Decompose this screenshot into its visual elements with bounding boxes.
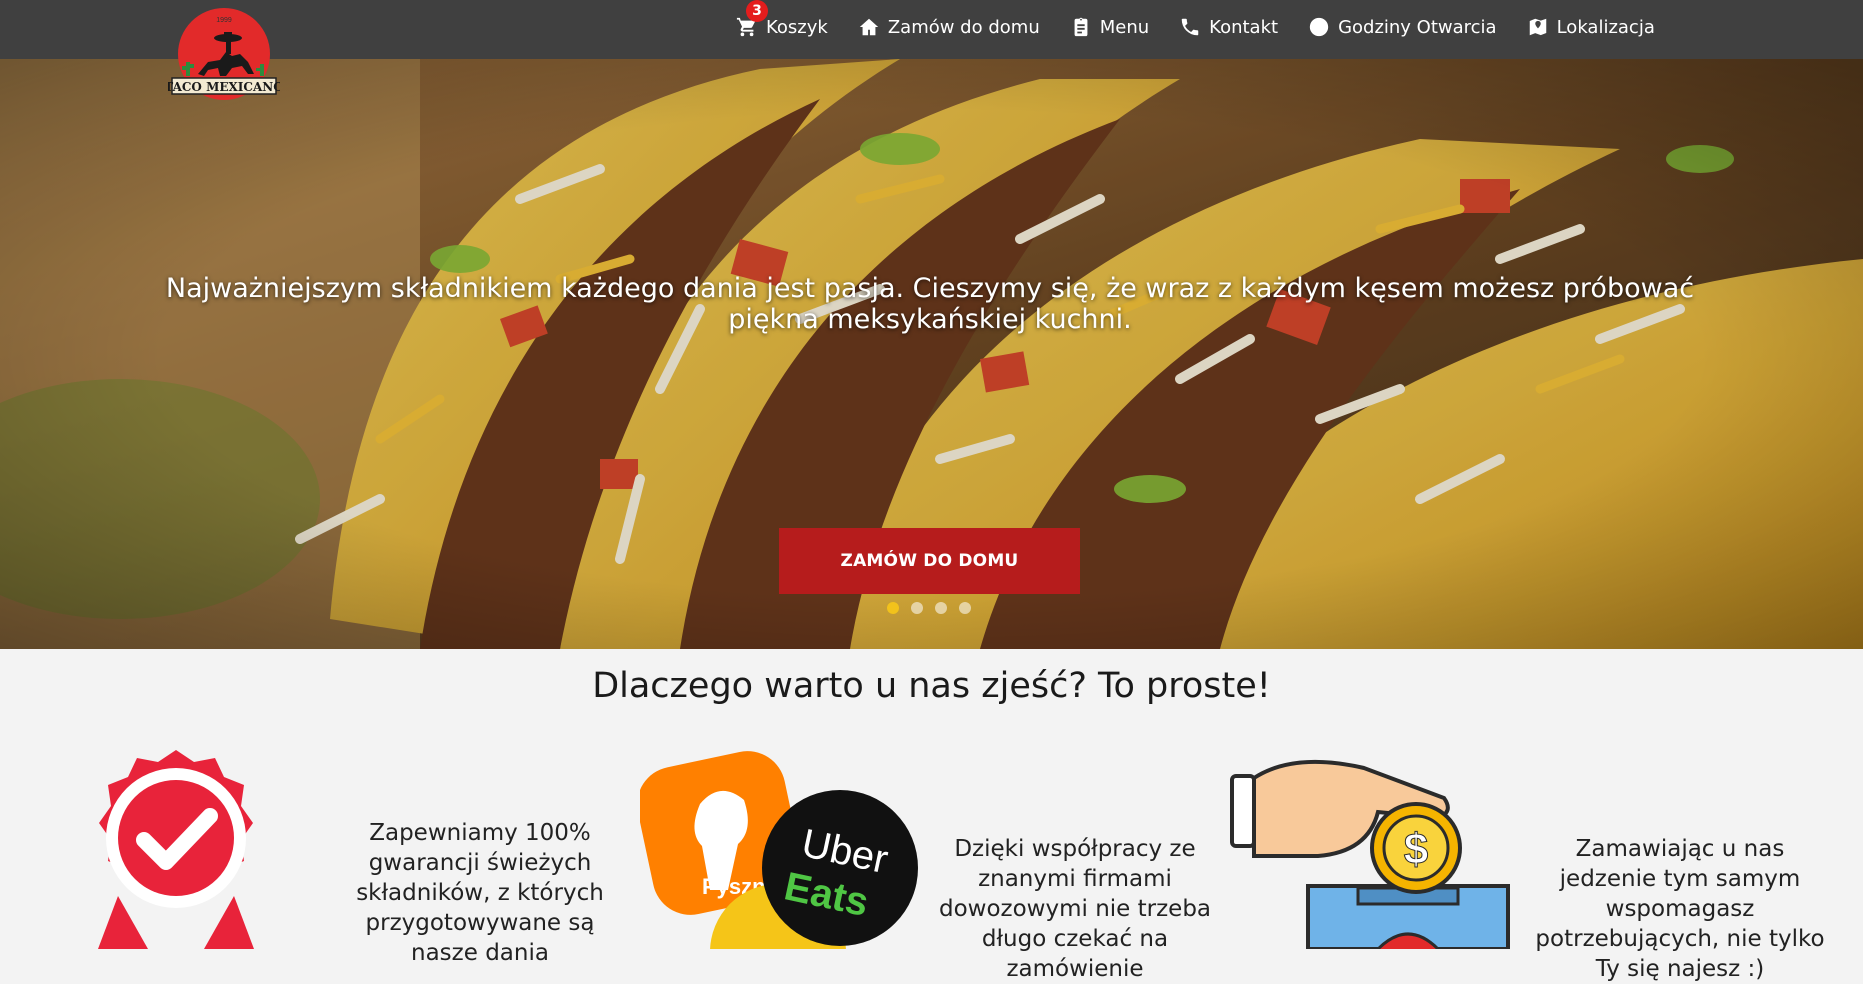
slider-dot-2[interactable] <box>911 602 923 614</box>
nav-cart[interactable]: 3 Koszyk <box>736 0 828 38</box>
phone-icon <box>1179 16 1201 38</box>
nav-menu[interactable]: Menu <box>1070 16 1149 38</box>
feature-fresh-text: Zapewniamy 100% gwarancji świeżych skład… <box>356 820 604 966</box>
nav-location-label: Lokalizacja <box>1556 16 1655 38</box>
slider-dots <box>887 602 971 614</box>
feature-delivery-text: Dzięki współpracy ze znanymi firmami dow… <box>938 836 1212 982</box>
nav-location[interactable]: Lokalizacja <box>1527 16 1655 38</box>
donation-icon: $ <box>1230 759 1510 949</box>
nav-contact-label: Kontakt <box>1209 16 1279 38</box>
main-nav: 3 Koszyk Zamów do domu Menu Kontakt Godz… <box>736 0 1655 54</box>
home-icon <box>858 16 880 38</box>
delivery-partners-icon: Pyszne Uber Eats <box>640 751 918 949</box>
site-logo[interactable]: 1999 TACO MEXICANO <box>164 4 284 114</box>
nav-order-home-label: Zamów do domu <box>887 16 1040 38</box>
clipboard-icon <box>1070 16 1092 38</box>
nav-hours-label: Godziny Otwarcia <box>1338 16 1497 38</box>
slider-dot-1[interactable] <box>887 602 899 614</box>
taco-mexicano-logo: 1999 TACO MEXICANO <box>164 8 284 100</box>
nav-cart-label: Koszyk <box>766 16 828 38</box>
cart-count-badge: 3 <box>746 0 768 22</box>
svg-text:TACO MEXICANO: TACO MEXICANO <box>168 80 280 94</box>
why-section-title: Dlaczego warto u nas zjeść? To proste! <box>592 666 1271 706</box>
feature-charity-text: Zamawiając u nas jedzenie tym samym wspo… <box>1535 836 1825 982</box>
slider-dot-4[interactable] <box>959 602 971 614</box>
nav-hours[interactable]: Godziny Otwarcia <box>1308 16 1497 38</box>
nav-order-home[interactable]: Zamów do domu <box>858 16 1040 38</box>
svg-text:$: $ <box>1404 825 1428 874</box>
hero-tagline: Najważniejszym składnikiem każdego dania… <box>165 273 1695 335</box>
map-icon <box>1527 16 1549 38</box>
nav-menu-label: Menu <box>1099 16 1150 38</box>
svg-text:1999: 1999 <box>216 17 232 24</box>
clock-icon <box>1308 16 1330 38</box>
order-home-button[interactable]: ZAMÓW DO DOMU <box>779 528 1080 594</box>
quality-badge-icon <box>98 750 254 949</box>
nav-contact[interactable]: Kontakt <box>1179 16 1278 38</box>
hero-slider: Najważniejszym składnikiem każdego dania… <box>0 59 1863 649</box>
slider-dot-3[interactable] <box>935 602 947 614</box>
